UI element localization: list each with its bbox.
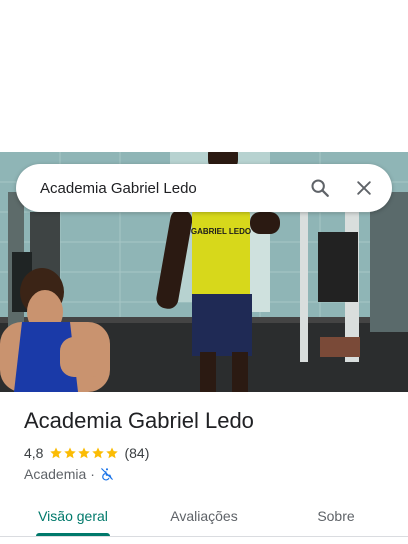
tab-bar: Visão geral Avaliações Sobre (0, 496, 408, 536)
close-button[interactable] (342, 166, 386, 210)
tab-reviews[interactable]: Avaliações (149, 496, 259, 536)
rating-row[interactable]: 4,8 (84) (24, 444, 149, 462)
category-row: Academia · (24, 465, 114, 483)
close-icon (357, 181, 371, 195)
search-icon (311, 179, 329, 197)
star-icon (78, 447, 91, 459)
star-rating (49, 446, 119, 460)
rating-value: 4,8 (24, 445, 44, 461)
tab-about[interactable]: Sobre (281, 496, 391, 536)
place-category: Academia (24, 466, 87, 482)
star-icon (64, 447, 77, 459)
separator-dot: · (90, 466, 95, 482)
search-bar[interactable]: Academia Gabriel Ledo (16, 164, 392, 212)
place-page: GABRIEL LEDO Academia Gabriel Ledo Acade… (0, 0, 408, 544)
tab-overview[interactable]: Visão geral (18, 496, 128, 536)
no-wheelchair-access-icon (101, 468, 113, 481)
star-icon (106, 447, 119, 459)
tabs-divider (0, 536, 408, 537)
star-icon (50, 447, 63, 459)
review-count[interactable]: (84) (124, 445, 149, 461)
shirt-print: GABRIEL LEDO (191, 227, 251, 236)
search-button[interactable] (298, 166, 342, 210)
search-input[interactable]: Academia Gabriel Ledo (40, 180, 298, 197)
star-icon (92, 447, 105, 459)
place-title: Academia Gabriel Ledo (24, 408, 254, 433)
